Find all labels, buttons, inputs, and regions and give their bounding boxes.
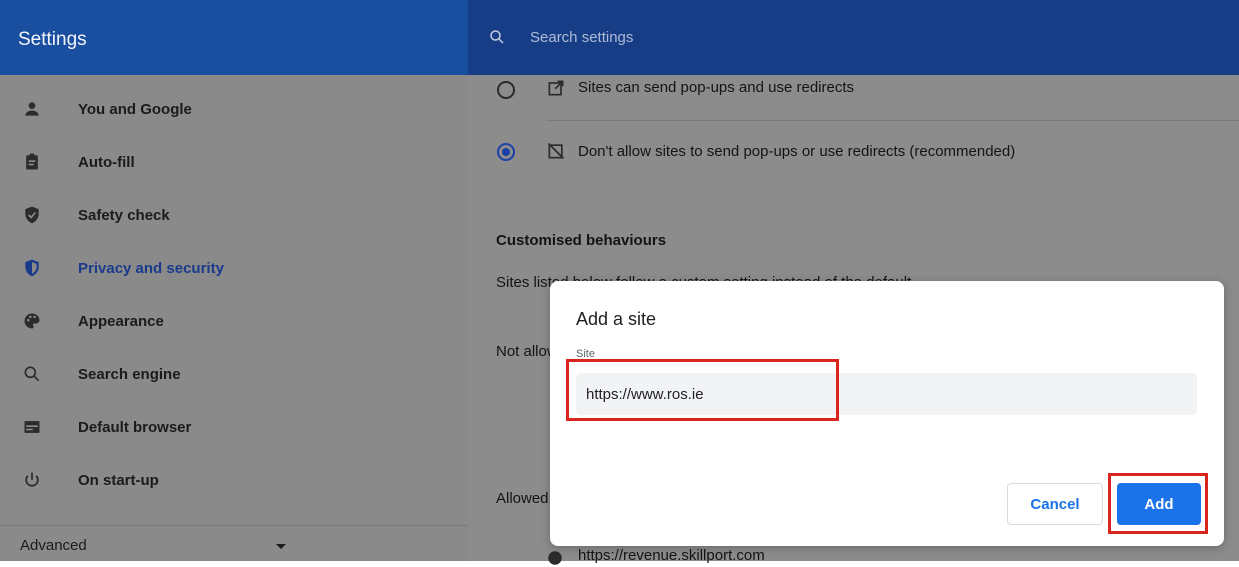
header: Settings <box>0 0 1239 75</box>
add-button[interactable]: Add <box>1117 483 1201 525</box>
sidebar-item-label: Safety check <box>78 207 170 224</box>
advanced-label: Advanced <box>20 537 87 554</box>
sidebar: You and Google Auto-fill Safety check Pr… <box>0 75 468 561</box>
sidebar-item-auto-fill[interactable]: Auto-fill <box>0 138 468 188</box>
search-icon <box>490 30 504 44</box>
sidebar-item-safety-check[interactable]: Safety check <box>0 191 468 241</box>
sidebar-item-on-start-up[interactable]: On start-up <box>0 456 468 506</box>
search-icon <box>24 366 40 382</box>
globe-icon <box>548 551 562 565</box>
search-input[interactable] <box>530 26 1030 48</box>
radio-block-popups[interactable] <box>497 143 515 161</box>
customised-behaviours-title: Customised behaviours <box>496 232 667 249</box>
popup-blocked-icon <box>547 142 565 160</box>
brand-area: Settings <box>0 0 468 75</box>
radio-allow-popups[interactable] <box>497 81 515 99</box>
cancel-button[interactable]: Cancel <box>1007 483 1103 525</box>
sidebar-item-appearance[interactable]: Appearance <box>0 297 468 347</box>
divider <box>0 525 468 526</box>
option-allow-label: Sites can send pop-ups and use redirects <box>578 79 854 96</box>
shield-check-icon <box>25 206 39 224</box>
sidebar-item-label: Appearance <box>78 313 164 330</box>
browser-icon <box>24 421 40 433</box>
site-input[interactable] <box>576 373 1197 415</box>
palette-icon <box>24 313 40 329</box>
site-field-label: Site <box>576 348 595 360</box>
sidebar-item-you-and-google[interactable]: You and Google <box>0 85 468 135</box>
sidebar-item-label: You and Google <box>78 101 192 118</box>
add-site-dialog: Add a site Site Cancel Add <box>550 281 1224 546</box>
dialog-title: Add a site <box>576 309 657 329</box>
open-in-new-icon <box>548 80 564 96</box>
divider <box>546 120 1239 121</box>
search-bar[interactable] <box>468 0 1239 75</box>
sidebar-item-default-browser[interactable]: Default browser <box>0 403 468 453</box>
sidebar-item-label: Auto-fill <box>78 154 135 171</box>
caret-down-icon <box>276 544 286 549</box>
person-icon <box>25 102 39 116</box>
allowed-site-url: https://revenue.skillport.com <box>578 547 765 564</box>
page-title: Settings <box>18 29 87 50</box>
shield-icon <box>25 259 39 277</box>
sidebar-item-label: Default browser <box>78 419 192 436</box>
power-icon <box>25 472 39 487</box>
sidebar-item-label: Privacy and security <box>78 260 224 277</box>
sidebar-item-privacy-and-security[interactable]: Privacy and security <box>0 244 468 294</box>
sidebar-advanced-toggle[interactable]: Advanced <box>0 530 300 560</box>
clipboard-icon <box>26 153 38 170</box>
option-block-label: Don't allow sites to send pop-ups or use… <box>578 143 1016 160</box>
sidebar-item-label: On start-up <box>78 472 159 489</box>
sidebar-item-search-engine[interactable]: Search engine <box>0 350 468 400</box>
sidebar-item-label: Search engine <box>78 366 181 383</box>
